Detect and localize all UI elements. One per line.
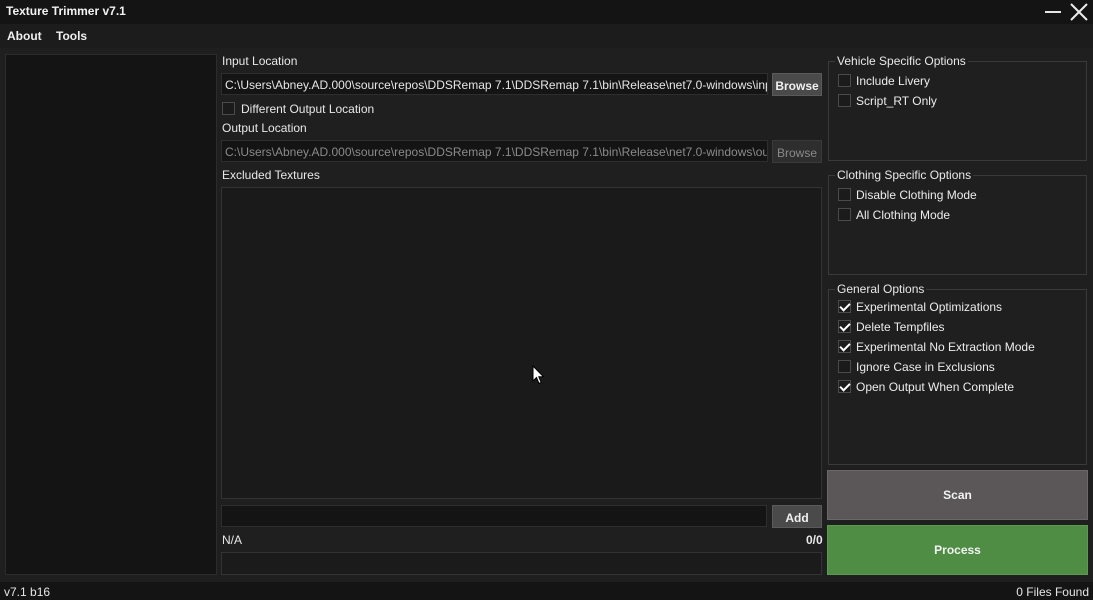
disable-clothing-mode-label: Disable Clothing Mode xyxy=(856,188,977,202)
delete-tempfiles-checkbox[interactable] xyxy=(838,320,851,333)
output-location-field[interactable]: C:\Users\Abney.AD.000\source\repos\DDSRe… xyxy=(221,140,768,162)
ignore-case-label: Ignore Case in Exclusions xyxy=(856,360,995,374)
clothing-options-title: Clothing Specific Options xyxy=(835,168,974,182)
output-location-label: Output Location xyxy=(222,121,307,135)
experimental-optimizations-checkbox[interactable] xyxy=(838,300,851,313)
excluded-textures-list[interactable] xyxy=(221,187,822,499)
close-icon[interactable] xyxy=(1067,0,1091,24)
open-output-label: Open Output When Complete xyxy=(856,380,1015,394)
status-bar: v7.1 b16 0 Files Found xyxy=(0,582,1093,600)
progress-status: N/A xyxy=(222,533,243,547)
all-clothing-mode-label: All Clothing Mode xyxy=(856,208,951,222)
general-options-title: General Options xyxy=(835,282,927,296)
include-livery-label: Include Livery xyxy=(856,74,931,88)
vehicle-options-group: Vehicle Specific Options Include Livery … xyxy=(828,54,1087,161)
menu-about[interactable]: About xyxy=(7,29,42,43)
ignore-case-checkbox[interactable] xyxy=(838,360,851,373)
script-rt-only-label: Script_RT Only xyxy=(856,94,937,108)
input-browse-button[interactable]: Browse xyxy=(772,73,822,96)
input-location-label: Input Location xyxy=(222,54,298,68)
process-button[interactable]: Process xyxy=(827,525,1088,575)
output-browse-button[interactable]: Browse xyxy=(772,140,822,163)
include-livery-checkbox[interactable] xyxy=(838,74,851,87)
script-rt-only-checkbox[interactable] xyxy=(838,94,851,107)
excluded-textures-label: Excluded Textures xyxy=(222,168,320,182)
minimize-icon[interactable] xyxy=(1042,0,1064,22)
no-extraction-mode-checkbox[interactable] xyxy=(838,340,851,353)
files-found-label: 0 Files Found xyxy=(1016,585,1089,599)
all-clothing-mode-checkbox[interactable] xyxy=(838,208,851,221)
no-extraction-mode-label: Experimental No Extraction Mode xyxy=(856,340,1035,354)
general-options-group: General Options Experimental Optimizatio… xyxy=(828,282,1087,465)
experimental-optimizations-label: Experimental Optimizations xyxy=(856,300,1003,314)
progress-count: 0/0 xyxy=(806,533,823,547)
mouse-cursor-icon xyxy=(532,364,546,388)
clothing-options-group: Clothing Specific Options Disable Clothi… xyxy=(828,168,1087,275)
open-output-checkbox[interactable] xyxy=(838,380,851,393)
different-output-checkbox[interactable] xyxy=(222,102,235,115)
delete-tempfiles-label: Delete Tempfiles xyxy=(856,320,945,334)
disable-clothing-mode-checkbox[interactable] xyxy=(838,188,851,201)
menu-tools[interactable]: Tools xyxy=(56,29,87,43)
excluded-texture-input[interactable] xyxy=(221,505,767,527)
version-label: v7.1 b16 xyxy=(4,585,51,599)
file-list-panel[interactable] xyxy=(5,54,217,575)
add-button[interactable]: Add xyxy=(772,505,822,528)
input-location-field[interactable]: C:\Users\Abney.AD.000\source\repos\DDSRe… xyxy=(221,73,768,95)
menu-bar: About Tools xyxy=(0,24,1093,48)
progress-bar xyxy=(221,552,822,575)
different-output-label: Different Output Location xyxy=(241,102,375,116)
scan-button[interactable]: Scan xyxy=(827,470,1088,520)
vehicle-options-title: Vehicle Specific Options xyxy=(835,54,968,68)
title-bar: Texture Trimmer v7.1 xyxy=(0,0,1093,24)
window-title: Texture Trimmer v7.1 xyxy=(6,4,126,18)
